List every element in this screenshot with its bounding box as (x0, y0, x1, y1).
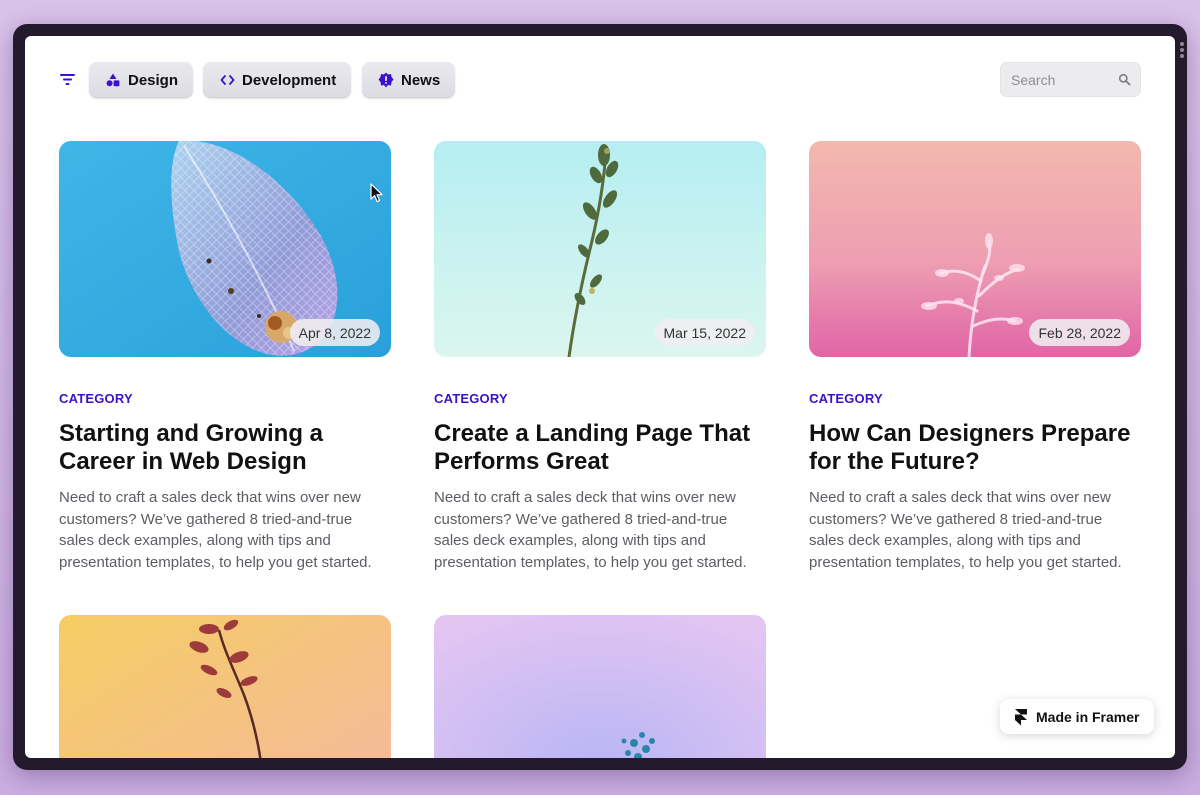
post-title[interactable]: Create a Landing Page That Performs Grea… (434, 420, 766, 476)
post-thumbnail[interactable]: Apr 8, 2022 (59, 141, 391, 357)
badge-label: Made in Framer (1036, 708, 1140, 725)
post-thumbnail[interactable]: Feb 28, 2022 (809, 141, 1141, 357)
post-description: Need to craft a sales deck that wins ove… (59, 489, 372, 571)
chip-label: Development (242, 71, 337, 89)
post-date: Apr 8, 2022 (289, 319, 380, 346)
post-date: Mar 15, 2022 (654, 319, 755, 346)
post-category[interactable]: CATEGORY (809, 391, 883, 406)
code-icon (219, 72, 235, 88)
post-card[interactable]: Mar 15, 2022 CATEGORY Create a Landing P… (434, 141, 766, 571)
post-thumbnail[interactable] (434, 615, 766, 758)
post-thumbnail[interactable] (59, 615, 391, 758)
mouse-pointer-icon (370, 183, 383, 203)
browser-viewport: Design Development News Search Apr 8, 20… (25, 36, 1175, 758)
chip-label: News (401, 71, 441, 89)
red-branch-image (59, 615, 391, 758)
blue-flower-image (434, 615, 766, 758)
post-title[interactable]: Starting and Growing a Career in Web Des… (59, 420, 391, 476)
side-handle (1180, 42, 1184, 58)
post-title[interactable]: How Can Designers Prepare for the Future… (809, 420, 1141, 476)
post-card[interactable]: Apr 8, 2022 CATEGORY Starting and Growin… (59, 141, 391, 571)
search-box (1000, 62, 1141, 97)
filter-chip-design[interactable]: Design (89, 62, 194, 98)
badge-icon (378, 72, 394, 88)
filter-chip-development[interactable]: Development (203, 62, 352, 98)
post-category[interactable]: CATEGORY (434, 391, 508, 406)
post-thumbnail[interactable]: Mar 15, 2022 (434, 141, 766, 357)
post-description: Need to craft a sales deck that wins ove… (434, 489, 747, 571)
framer-logo-icon (1015, 708, 1027, 725)
filter-chip-news[interactable]: News (362, 62, 456, 98)
post-date: Feb 28, 2022 (1029, 319, 1130, 346)
post-card[interactable] (59, 615, 391, 758)
shapes-icon (105, 72, 121, 88)
post-category[interactable]: CATEGORY (59, 391, 133, 406)
device-frame: Design Development News Search Apr 8, 20… (13, 24, 1187, 770)
post-card[interactable]: Feb 28, 2022 CATEGORY How Can Designers … (809, 141, 1141, 571)
filter-icon[interactable] (59, 71, 77, 87)
chip-label: Design (128, 71, 179, 89)
search-icon[interactable] (1118, 73, 1131, 86)
made-in-framer-badge[interactable]: Made in Framer (1000, 699, 1154, 734)
post-card[interactable] (434, 615, 766, 758)
post-description: Need to craft a sales deck that wins ove… (809, 489, 1122, 571)
